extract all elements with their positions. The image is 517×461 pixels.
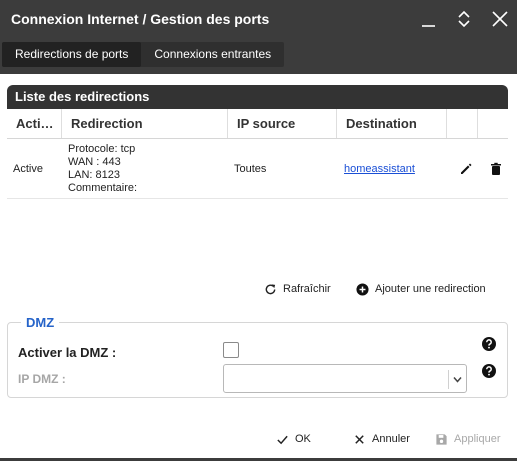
cancel-button[interactable]: Annuler [353, 431, 410, 447]
row-ip-source: Toutes [234, 162, 267, 175]
tab-connexions-entrantes[interactable]: Connexions entrantes [141, 42, 284, 67]
dmz-ip-label: IP DMZ : [18, 372, 66, 386]
row-protocol: Protocole: tcp [68, 142, 136, 155]
column-header-edit [447, 109, 478, 138]
row-destination-cell: homeassistant [337, 163, 447, 175]
column-header-redirection[interactable]: Redirection [62, 109, 228, 138]
row-destination-link[interactable]: homeassistant [344, 163, 415, 175]
trash-icon [491, 162, 501, 175]
row-redirection-details: Protocole: tcp WAN : 443 LAN: 8123 Comme… [62, 143, 228, 195]
tab-bar: Redirections de ports Connexions entrant… [2, 42, 285, 67]
expand-button[interactable] [453, 8, 475, 30]
column-header-ip-source[interactable]: IP source [228, 109, 337, 138]
plus-circle-icon [356, 282, 369, 296]
ok-button[interactable]: OK [276, 431, 311, 447]
save-icon [436, 433, 447, 445]
column-header-status[interactable]: Acti… [7, 109, 62, 138]
row-wan-port: WAN : 443 [68, 155, 121, 168]
dmz-fieldset: DMZ Activer la DMZ : IP DMZ : [7, 315, 508, 398]
close-button[interactable] [489, 8, 511, 30]
dmz-legend: DMZ [21, 315, 60, 330]
row-comment: Commentaire: [68, 181, 138, 194]
edit-button[interactable] [447, 162, 478, 176]
dmz-enable-checkbox[interactable] [223, 342, 239, 358]
tab-redirections-de-ports[interactable]: Redirections de ports [2, 42, 142, 67]
add-redirection-label: Ajouter une redirection [375, 283, 486, 295]
minimize-button[interactable] [418, 8, 440, 30]
select-separator [448, 370, 449, 389]
delete-button[interactable] [478, 162, 508, 176]
dmz-enable-help-button[interactable] [482, 337, 496, 351]
chevron-down-icon [453, 377, 462, 383]
window-title: Connexion Internet / Gestion des ports [11, 11, 270, 27]
help-icon [482, 337, 496, 351]
column-header-destination[interactable]: Destination [337, 109, 447, 138]
row-lan-port: LAN: 8123 [68, 168, 120, 181]
apply-button[interactable]: Appliquer [435, 431, 500, 447]
dmz-ip-help-button[interactable] [482, 364, 496, 378]
add-redirection-button[interactable]: Ajouter une redirection [356, 281, 486, 297]
cancel-label: Annuler [372, 433, 410, 445]
column-header-delete [478, 109, 508, 138]
panel-title: Liste des redirections [7, 85, 508, 109]
grid-header: Acti… Redirection IP source Destination [7, 109, 508, 139]
apply-label: Appliquer [454, 433, 501, 445]
refresh-icon [265, 283, 276, 294]
table-row[interactable]: Active Protocole: tcp WAN : 443 LAN: 812… [7, 139, 508, 199]
expand-collapse-icon [458, 10, 470, 28]
check-icon [277, 435, 288, 444]
refresh-button[interactable]: Rafraîchir [264, 281, 331, 297]
help-icon [482, 364, 496, 378]
refresh-label: Rafraîchir [283, 283, 331, 295]
row-status: Active [13, 162, 43, 175]
dmz-ip-select[interactable] [223, 364, 467, 393]
pencil-icon [460, 163, 471, 174]
close-icon [355, 434, 364, 444]
minimize-icon [422, 25, 435, 27]
window-titlebar: Connexion Internet / Gestion des ports R… [0, 0, 517, 74]
redirections-panel: Liste des redirections Acti… Redirection… [7, 85, 508, 201]
ok-label: OK [295, 433, 311, 445]
dmz-enable-label: Activer la DMZ : [18, 345, 117, 360]
close-icon [492, 11, 508, 27]
